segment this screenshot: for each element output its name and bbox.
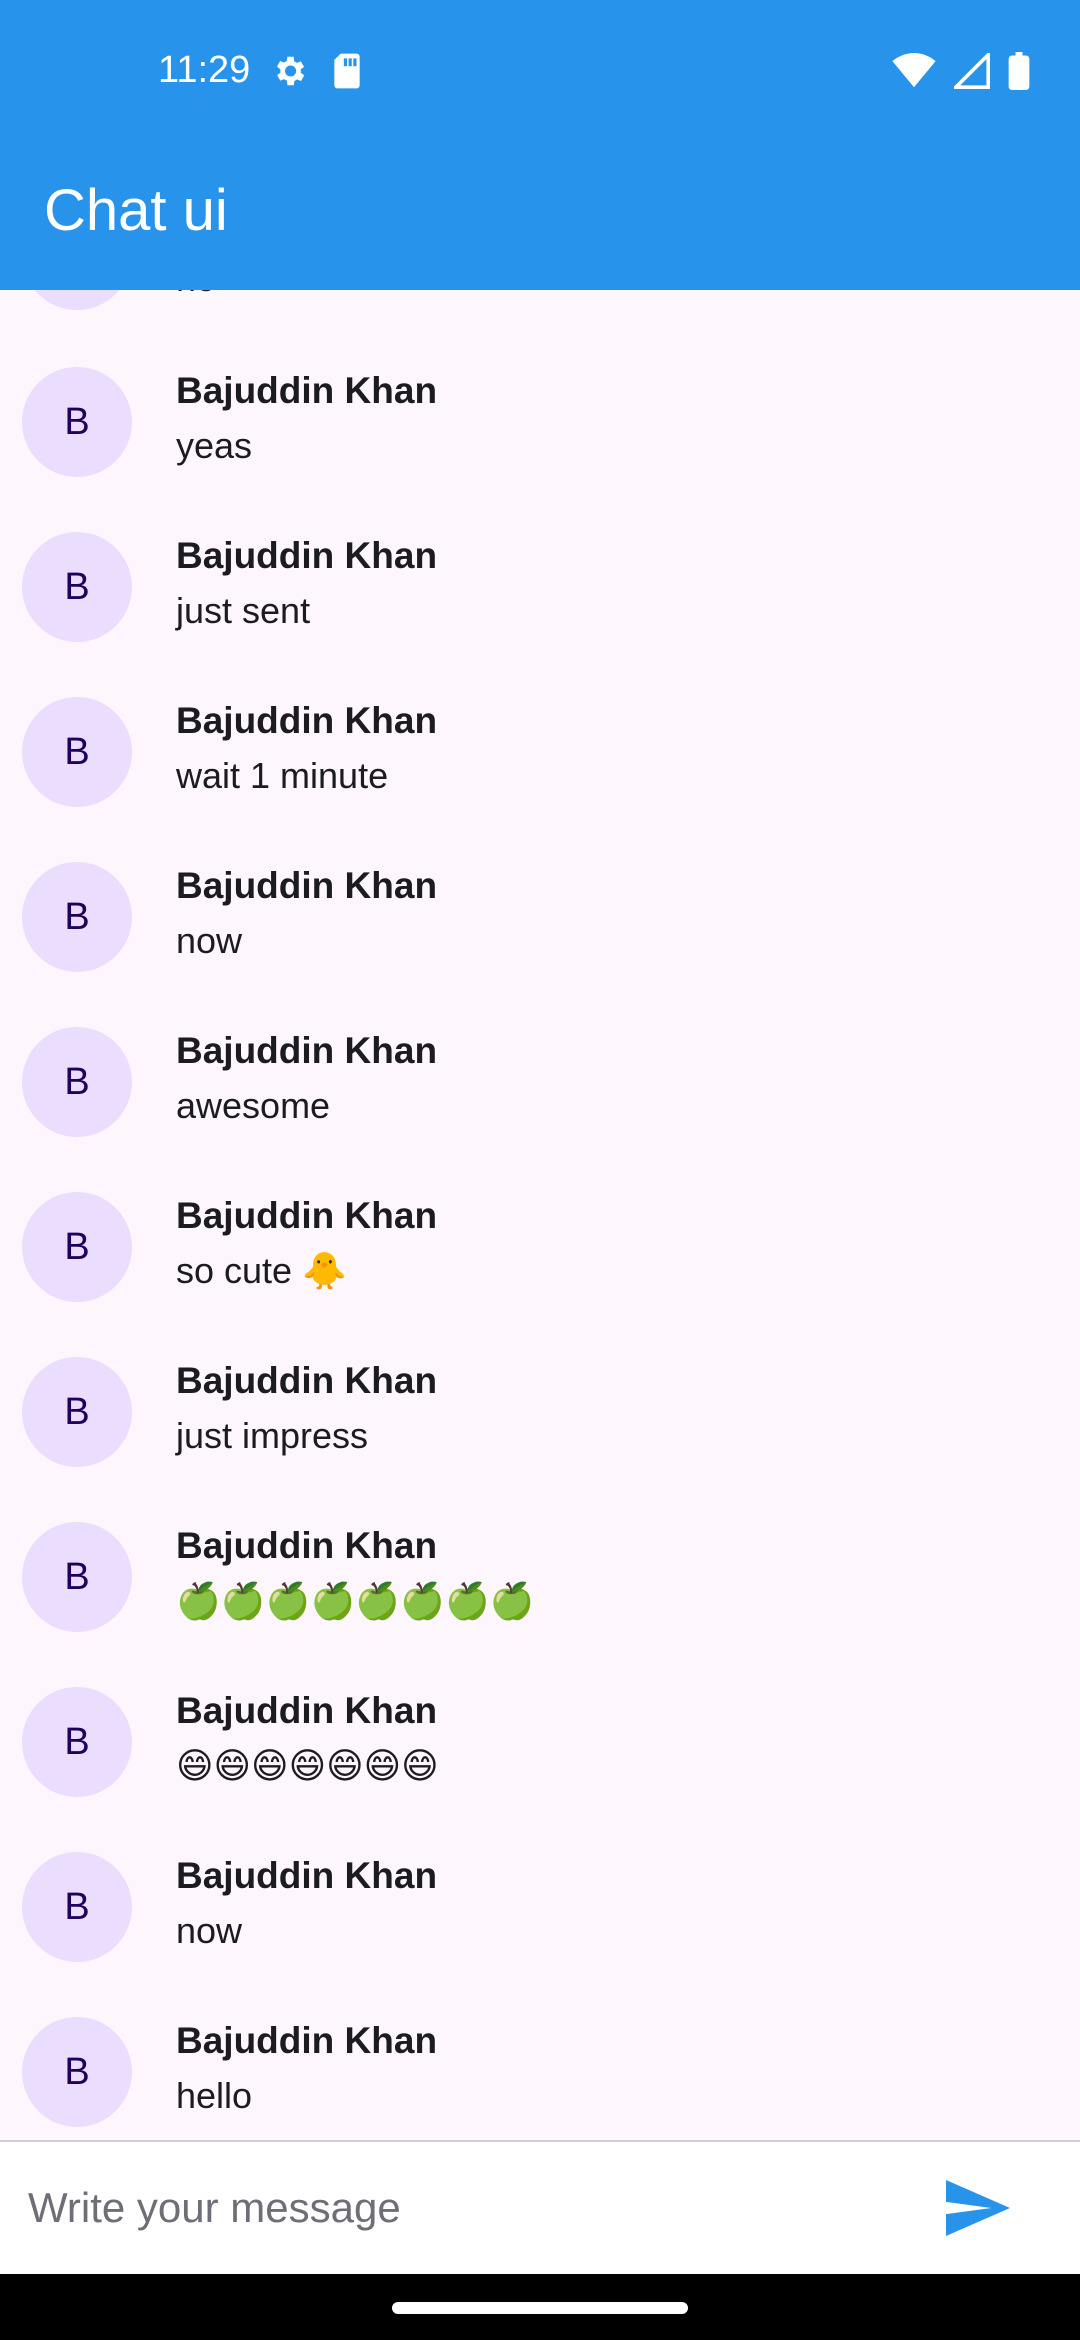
battery-icon: [1008, 52, 1030, 95]
sender-name: Bajuddin Khan: [176, 370, 438, 411]
chat-screen: 11:29 Chat ui B no: [0, 0, 1080, 2340]
chat-message: so cute 🐥: [176, 1250, 347, 1291]
list-item[interactable]: B Bajuddin Khan 😄😄😄😄😄😄😄: [0, 1687, 1080, 1852]
sender-name: Bajuddin Khan: [176, 1855, 438, 1896]
status-time: 11:29: [158, 49, 251, 91]
avatar: B: [22, 1192, 132, 1302]
status-bar: 11:29: [0, 0, 1080, 140]
avatar: B: [22, 367, 132, 477]
avatar: B: [22, 1852, 132, 1962]
navigation-bar: [0, 2274, 1080, 2340]
avatar: B: [22, 862, 132, 972]
avatar: B: [22, 1687, 132, 1797]
list-item[interactable]: B Bajuddin Khan so cute 🐥: [0, 1192, 1080, 1357]
chat-message: now: [176, 1910, 243, 1951]
chat-message: just sent: [176, 590, 311, 631]
send-button[interactable]: [940, 2172, 1016, 2248]
avatar: B: [22, 532, 132, 642]
sd-card-icon: [330, 52, 364, 95]
sender-name: Bajuddin Khan: [176, 1030, 438, 1071]
list-item[interactable]: B Bajuddin Khan now: [0, 862, 1080, 1027]
sender-name: Bajuddin Khan: [176, 535, 438, 576]
sender-name: Bajuddin Khan: [176, 1690, 438, 1731]
avatar: B: [22, 290, 132, 310]
status-left-icons: [270, 52, 364, 95]
sender-name: Bajuddin Khan: [176, 2020, 438, 2061]
chat-message: 🍏🍏🍏🍏🍏🍏🍏🍏: [176, 1580, 535, 1621]
list-item[interactable]: B Bajuddin Khan awesome: [0, 1027, 1080, 1192]
status-right-icons: [892, 50, 1030, 95]
sender-name: Bajuddin Khan: [176, 700, 438, 741]
sender-name: Bajuddin Khan: [176, 1360, 438, 1401]
chat-message: no: [176, 290, 216, 303]
chat-message: awesome: [176, 1085, 331, 1126]
avatar: B: [22, 1027, 132, 1137]
home-indicator[interactable]: [392, 2302, 688, 2314]
wifi-icon: [892, 53, 936, 94]
avatar: B: [22, 697, 132, 807]
list-item[interactable]: B Bajuddin Khan wait 1 minute: [0, 697, 1080, 862]
list-item[interactable]: B Bajuddin Khan now: [0, 1852, 1080, 2017]
chat-list[interactable]: B no B Bajuddin Khan yeas B Bajuddin Kha…: [0, 290, 1080, 2140]
app-title: Chat ui: [44, 178, 228, 243]
message-input[interactable]: [28, 2170, 888, 2246]
signal-icon: [951, 50, 990, 94]
list-item[interactable]: B Bajuddin Khan yeas: [0, 367, 1080, 532]
app-bar: Chat ui: [0, 140, 1080, 290]
list-item[interactable]: B Bajuddin Khan just impress: [0, 1357, 1080, 1522]
avatar: B: [22, 2017, 132, 2127]
chat-message: wait 1 minute: [176, 755, 389, 796]
avatar: B: [22, 1522, 132, 1632]
sender-name: Bajuddin Khan: [176, 865, 438, 906]
chat-message: 😄😄😄😄😄😄😄: [176, 1745, 439, 1786]
chat-message: yeas: [176, 425, 253, 466]
chat-message: now: [176, 920, 243, 961]
list-item[interactable]: B no: [0, 290, 1080, 365]
avatar: B: [22, 1357, 132, 1467]
settings-icon: [270, 52, 308, 95]
sender-name: Bajuddin Khan: [176, 1195, 438, 1236]
send-icon: [946, 2179, 1010, 2241]
message-composer: [0, 2140, 1080, 2274]
list-item[interactable]: B Bajuddin Khan hello: [0, 2017, 1080, 2140]
list-item[interactable]: B Bajuddin Khan 🍏🍏🍏🍏🍏🍏🍏🍏: [0, 1522, 1080, 1687]
chat-message: just impress: [176, 1415, 369, 1456]
sender-name: Bajuddin Khan: [176, 1525, 438, 1566]
list-item[interactable]: B Bajuddin Khan just sent: [0, 532, 1080, 697]
chat-message: hello: [176, 2075, 253, 2116]
